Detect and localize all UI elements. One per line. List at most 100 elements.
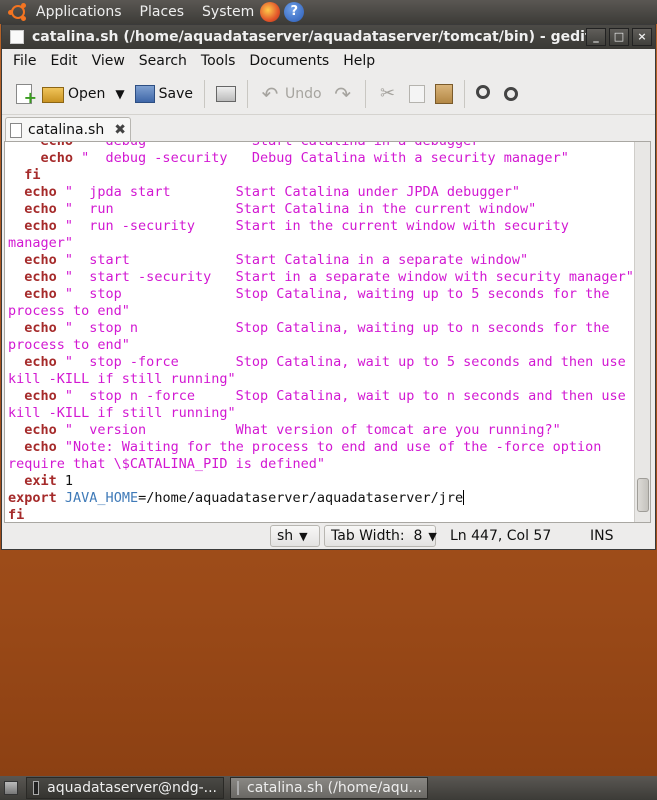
copy-icon [408, 84, 425, 103]
statusbar: sh ▼ Tab Width: 8 ▼ Ln 447, Col 57 INS [2, 523, 655, 549]
code-keyword: echo [24, 439, 57, 455]
code-line[interactable]: echo " debug -security Debug Catalina wi… [8, 150, 633, 167]
help-icon[interactable]: ? [284, 2, 305, 22]
menu-edit[interactable]: Edit [43, 53, 84, 69]
applications-menu[interactable]: Applications [36, 4, 122, 20]
new-button[interactable] [8, 77, 37, 111]
code-line[interactable]: kill -KILL if still running" [8, 371, 633, 388]
code-line[interactable]: echo " start -security Start in a separa… [8, 269, 634, 286]
code-line[interactable]: echo " stop Stop Catalina, waiting up to… [8, 286, 633, 303]
insert-mode: INS [590, 528, 614, 544]
code-string: process to end" [8, 303, 130, 319]
text-cursor [463, 490, 465, 505]
code-line[interactable]: echo "Note: Waiting for the process to e… [8, 439, 633, 456]
tab-label: catalina.sh [28, 122, 105, 138]
chevron-down-icon: ▼ [428, 529, 437, 543]
replace-button[interactable] [499, 77, 523, 111]
text-editor-icon [237, 781, 239, 795]
taskbar-item-gedit[interactable]: catalina.sh (/home/aqu... [230, 777, 428, 799]
code-line[interactable]: echo " jpda start Start Catalina under J… [8, 184, 633, 201]
tab-width-selector[interactable]: Tab Width: 8 ▼ [324, 525, 437, 547]
undo-button[interactable]: ↶ Undo [254, 77, 327, 111]
code-text: =/home/aquadataserver/aquadataserver/jre [138, 490, 464, 506]
editor-area[interactable]: echo " debug Start Catalina in a debugge… [4, 141, 651, 523]
code-keyword: echo [40, 150, 74, 166]
cursor-position: Ln 447, Col 57 [450, 528, 552, 544]
code-line[interactable]: echo " stop n -force Stop Catalina, wait… [8, 388, 633, 405]
code-line[interactable]: echo " debug Start Catalina in a debugge… [8, 141, 633, 150]
maximize-button[interactable]: □ [609, 28, 629, 46]
code-line[interactable]: echo " start Start Catalina in a separat… [8, 252, 633, 269]
menu-view[interactable]: View [85, 53, 132, 69]
toolbar-separator [463, 79, 465, 108]
code-line[interactable]: echo " version What version of tomcat ar… [8, 422, 633, 439]
code-line[interactable]: manager" [8, 235, 633, 252]
copy-button[interactable] [404, 77, 430, 111]
close-tab-icon[interactable]: ✖ [114, 122, 126, 138]
code-keyword: fi [8, 507, 25, 523]
paste-button[interactable] [430, 77, 458, 111]
firefox-icon[interactable] [260, 2, 281, 22]
titlebar[interactable]: catalina.sh (/home/aquadataserver/aquada… [2, 25, 655, 49]
code-keyword: export [8, 490, 57, 506]
code-line[interactable]: process to end" [8, 337, 633, 354]
taskbar-item-label: catalina.sh (/home/aqu... [247, 780, 422, 796]
places-menu[interactable]: Places [140, 4, 185, 20]
code-line[interactable]: kill -KILL if still running" [8, 405, 633, 422]
code-line[interactable]: fi [8, 507, 633, 523]
code-keyword: echo [24, 354, 57, 370]
code-line[interactable]: require that \$CATALINA_PID is defined" [8, 456, 633, 473]
code-line[interactable]: fi [8, 167, 633, 184]
menu-file[interactable]: File [6, 53, 43, 69]
menu-tools[interactable]: Tools [194, 53, 243, 69]
chevron-down-icon[interactable]: ▼ [115, 87, 124, 101]
vertical-scrollbar[interactable] [634, 142, 650, 522]
scrollbar-thumb[interactable] [637, 478, 649, 512]
toolbar: Open ▼ Save ↶ Undo ↷ ✂ [2, 73, 655, 115]
redo-button[interactable]: ↷ [327, 77, 359, 111]
code-string: " debug Start Catalina in a debugger" [73, 141, 488, 149]
menu-documents[interactable]: Documents [242, 53, 336, 69]
code-keyword: echo [24, 252, 57, 268]
code-line[interactable]: echo " stop n Stop Catalina, waiting up … [8, 320, 633, 337]
code-line[interactable]: echo " run Start Catalina in the current… [8, 201, 633, 218]
code-keyword: echo [24, 269, 57, 285]
minimize-button[interactable]: _ [586, 28, 606, 46]
menu-help[interactable]: Help [336, 53, 382, 69]
menu-search[interactable]: Search [132, 53, 194, 69]
language-selector[interactable]: sh ▼ [270, 525, 320, 547]
text-view[interactable]: echo " debug Start Catalina in a debugge… [8, 141, 634, 523]
tab-catalina-sh[interactable]: catalina.sh ✖ [5, 117, 131, 142]
code-line[interactable]: export JAVA_HOME=/home/aquadataserver/aq… [8, 490, 633, 507]
code-string: " run Start Catalina in the current wind… [56, 201, 537, 217]
code-line[interactable]: process to end" [8, 303, 633, 320]
cut-button[interactable]: ✂ [372, 77, 404, 111]
system-menu[interactable]: System [202, 4, 254, 20]
save-icon [134, 84, 155, 103]
code-line[interactable]: echo " stop -force Stop Catalina, wait u… [8, 354, 633, 371]
code-line[interactable]: echo " run -security Start in the curren… [8, 218, 633, 235]
text-document-icon [10, 122, 22, 138]
save-button[interactable]: Save [130, 77, 198, 111]
taskbar-item-label: aquadataserver@ndg-... [47, 780, 217, 796]
show-desktop-icon[interactable] [4, 781, 18, 795]
open-button[interactable]: Open ▼ [37, 77, 130, 111]
code-keyword: echo [24, 218, 57, 234]
terminal-icon [33, 781, 40, 795]
find-button[interactable] [471, 77, 499, 111]
window-menu-icon[interactable] [10, 30, 24, 44]
code-line[interactable]: exit 1 [8, 473, 633, 490]
taskbar-item-terminal[interactable]: aquadataserver@ndg-... [26, 777, 224, 799]
close-button[interactable]: × [632, 28, 652, 46]
ubuntu-logo-icon[interactable] [8, 2, 28, 22]
print-button[interactable] [211, 77, 241, 111]
code-string: "Note: Waiting for the process to end an… [56, 439, 602, 455]
